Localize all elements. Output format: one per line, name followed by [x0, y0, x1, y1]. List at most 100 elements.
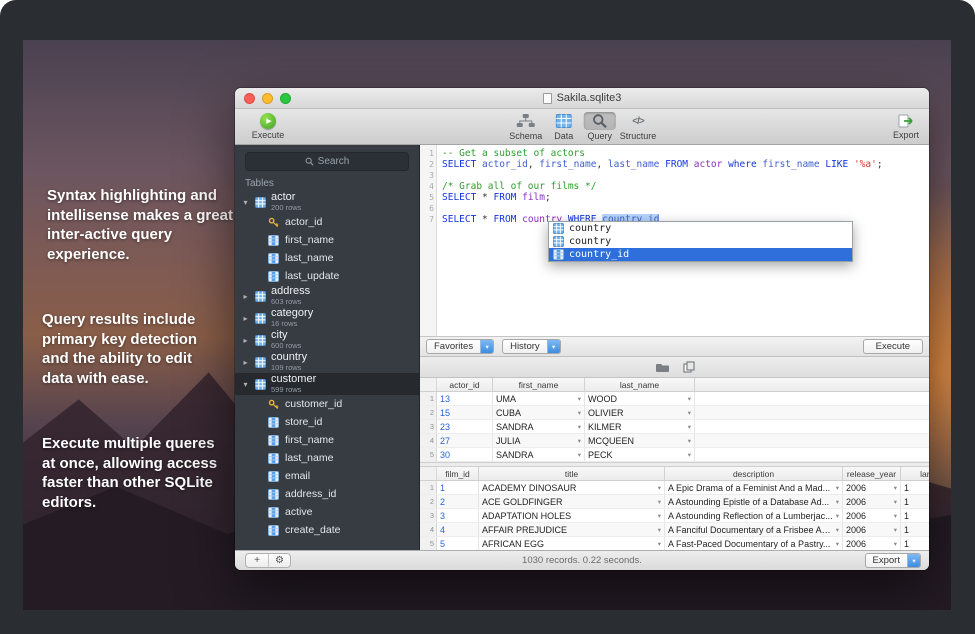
cell-dropdown-icon[interactable]: ▾: [576, 409, 581, 417]
add-button[interactable]: +: [246, 554, 268, 567]
cell-dropdown-icon[interactable]: ▾: [834, 526, 839, 534]
cell[interactable]: 1: [901, 509, 929, 522]
cell-dropdown-icon[interactable]: ▾: [834, 498, 839, 506]
sidebar-column-email[interactable]: email: [235, 467, 419, 485]
cell[interactable]: 1: [437, 481, 479, 494]
cell-dropdown-icon[interactable]: ▾: [892, 540, 897, 548]
sidebar-column-last_name[interactable]: last_name: [235, 449, 419, 467]
row-number[interactable]: 2: [420, 406, 437, 419]
toolbar-view-structure[interactable]: </>Structure: [620, 112, 657, 141]
column-header-description[interactable]: description: [665, 467, 843, 480]
cell[interactable]: 1: [901, 537, 929, 550]
cell[interactable]: 2006▾: [843, 481, 901, 494]
cell[interactable]: WOOD▾: [585, 392, 695, 405]
export-results-button[interactable]: [655, 362, 669, 373]
toolbar-view-query[interactable]: Query: [584, 112, 616, 141]
favorites-button[interactable]: Favorites ▾: [426, 339, 494, 354]
column-header-langu[interactable]: langu: [901, 467, 929, 480]
cell[interactable]: A Astounding Epistle of a Database Ad...…: [665, 495, 843, 508]
cell[interactable]: 2006▾: [843, 509, 901, 522]
cell[interactable]: A Fast-Paced Documentary of a Pastry...▾: [665, 537, 843, 550]
cell-dropdown-icon[interactable]: ▾: [576, 395, 581, 403]
cell[interactable]: ADAPTATION HOLES▾: [479, 509, 665, 522]
cell-dropdown-icon[interactable]: ▾: [892, 484, 897, 492]
cell-dropdown-icon[interactable]: ▾: [686, 409, 691, 417]
cell-dropdown-icon[interactable]: ▾: [686, 395, 691, 403]
titlebar[interactable]: Sakila.sqlite3: [235, 88, 929, 109]
cell-dropdown-icon[interactable]: ▾: [576, 423, 581, 431]
cell[interactable]: 5: [437, 537, 479, 550]
cell[interactable]: PECK▾: [585, 448, 695, 461]
autocomplete-item[interactable]: country: [549, 222, 852, 235]
cell[interactable]: A Fanciful Documentary of a Frisbee An..…: [665, 523, 843, 536]
cell[interactable]: KILMER▾: [585, 420, 695, 433]
column-header-title[interactable]: title: [479, 467, 665, 480]
cell[interactable]: 3: [437, 509, 479, 522]
cell[interactable]: 27: [437, 434, 493, 447]
cell[interactable]: JULIA▾: [493, 434, 585, 447]
cell-dropdown-icon[interactable]: ▾: [686, 423, 691, 431]
disclosure-triangle[interactable]: ▸: [241, 336, 250, 345]
disclosure-triangle[interactable]: ▾: [241, 198, 250, 207]
autocomplete-item[interactable]: country: [549, 235, 852, 248]
chevron-down-icon[interactable]: ▾: [907, 554, 920, 567]
chevron-down-icon[interactable]: ▾: [480, 340, 493, 353]
disclosure-triangle[interactable]: ▾: [241, 380, 250, 389]
query-editor[interactable]: 1234567 -- Get a subset of actorsSELECT …: [420, 145, 929, 337]
cell-dropdown-icon[interactable]: ▾: [892, 512, 897, 520]
sidebar-column-last_update[interactable]: last_update: [235, 267, 419, 285]
row-number[interactable]: 3: [420, 420, 437, 433]
cell[interactable]: ACE GOLDFINGER▾: [479, 495, 665, 508]
cell[interactable]: AFFAIR PREJUDICE▾: [479, 523, 665, 536]
column-header-release_year[interactable]: release_year: [843, 467, 901, 480]
row-number[interactable]: 2: [420, 495, 437, 508]
autocomplete-item[interactable]: country_id: [549, 248, 852, 261]
cell-dropdown-icon[interactable]: ▾: [656, 512, 661, 520]
sidebar-table-actor[interactable]: ▾actor200 rows: [235, 191, 419, 213]
cell[interactable]: ACADEMY DINOSAUR▾: [479, 481, 665, 494]
cell[interactable]: SANDRA▾: [493, 420, 585, 433]
cell[interactable]: SANDRA▾: [493, 448, 585, 461]
toolbar-view-data[interactable]: Data: [548, 112, 580, 141]
cell-dropdown-icon[interactable]: ▾: [686, 437, 691, 445]
cell[interactable]: OLIVIER▾: [585, 406, 695, 419]
sidebar-column-customer_id[interactable]: customer_id: [235, 395, 419, 413]
cell[interactable]: 30: [437, 448, 493, 461]
disclosure-triangle[interactable]: ▸: [241, 358, 250, 367]
cell[interactable]: 2006▾: [843, 537, 901, 550]
copy-results-button[interactable]: [683, 361, 695, 373]
execute-toolbar-button[interactable]: ▶ Execute: [245, 113, 291, 140]
sidebar-column-actor_id[interactable]: actor_id: [235, 213, 419, 231]
disclosure-triangle[interactable]: ▸: [241, 314, 250, 323]
row-number[interactable]: 5: [420, 448, 437, 461]
cell[interactable]: A Astounding Reflection of a Lumberjac..…: [665, 509, 843, 522]
cell[interactable]: 15: [437, 406, 493, 419]
row-number[interactable]: 3: [420, 509, 437, 522]
sidebar-column-active[interactable]: active: [235, 503, 419, 521]
cell[interactable]: 2: [437, 495, 479, 508]
cell-dropdown-icon[interactable]: ▾: [892, 498, 897, 506]
history-button[interactable]: History ▾: [502, 339, 561, 354]
sidebar-table-city[interactable]: ▸city600 rows: [235, 329, 419, 351]
close-button[interactable]: [244, 93, 255, 104]
cell-dropdown-icon[interactable]: ▾: [686, 451, 691, 459]
zoom-button[interactable]: [280, 93, 291, 104]
sidebar-column-address_id[interactable]: address_id: [235, 485, 419, 503]
cell[interactable]: 1: [901, 481, 929, 494]
row-number[interactable]: 4: [420, 434, 437, 447]
sidebar-table-country[interactable]: ▸country109 rows: [235, 351, 419, 373]
sidebar-table-category[interactable]: ▸category16 rows: [235, 307, 419, 329]
toolbar-view-schema[interactable]: Schema: [508, 112, 544, 141]
cell-dropdown-icon[interactable]: ▾: [656, 526, 661, 534]
cell-dropdown-icon[interactable]: ▾: [576, 451, 581, 459]
sidebar-table-customer[interactable]: ▾customer599 rows: [235, 373, 419, 395]
cell-dropdown-icon[interactable]: ▾: [576, 437, 581, 445]
sidebar-column-create_date[interactable]: create_date: [235, 521, 419, 539]
sidebar-column-first_name[interactable]: first_name: [235, 431, 419, 449]
cell[interactable]: 2006▾: [843, 523, 901, 536]
cell-dropdown-icon[interactable]: ▾: [656, 540, 661, 548]
cell-dropdown-icon[interactable]: ▾: [834, 484, 839, 492]
export-records-button[interactable]: Export ▾: [865, 553, 921, 568]
execute-query-button[interactable]: Execute: [863, 339, 923, 354]
row-number[interactable]: 1: [420, 392, 437, 405]
